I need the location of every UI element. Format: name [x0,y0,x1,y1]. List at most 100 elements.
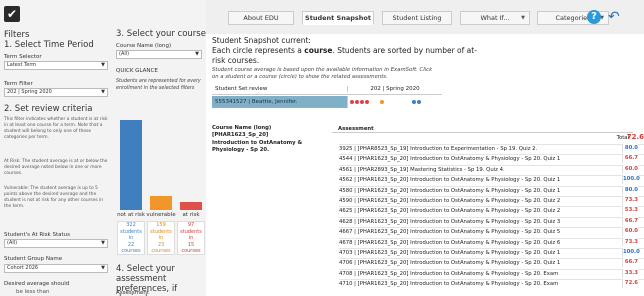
student-name: 555341527 | Beattie, Jennifer. [215,99,298,105]
toggle-checkbox[interactable]: ✔ [4,6,20,22]
course-dot[interactable] [417,100,421,104]
glance-bar-2[interactable] [180,202,202,210]
course-dot[interactable] [365,100,369,104]
assessment-name: 4625 | [PHAR1623_Sp_20] Introduction to … [339,206,644,215]
vulnerable-definition: Vulnerable: The student average is up to… [4,186,104,209]
glance-bar-label: vulnerable [146,212,176,218]
snapshot-note-2: on a student or a course (circle) to sho… [212,74,388,80]
snapshot-description-2: risk courses. [212,56,260,65]
assessment-row[interactable]: 4590 | [PHAR1623_Sp_20] Introduction to … [241,196,644,205]
section-1-title: 1. Select Time Period [4,40,94,50]
chevron-down-icon: ▼ [101,62,105,68]
tab-0[interactable]: About EDU [228,11,294,25]
total-value-text: 72.6 [626,133,644,141]
term-selector-dropdown[interactable]: Latest Term ▼ [4,61,108,70]
quick-glance-title: QUICK GLANCE [116,68,158,74]
help-icon[interactable]: ? [587,10,601,24]
filter-panel: ✔ Filters 1. Select Time Period Term Sel… [0,0,206,296]
assessment-score: 33.3 [622,268,638,278]
filters-title: Filters [4,30,30,40]
student-group-value: Cohort 2026 [7,265,39,271]
at-risk-status-label: Student's At Risk Status [4,232,71,238]
glance-bar-1[interactable] [150,196,172,210]
course-dot[interactable] [355,100,359,104]
at-risk-status-value: (All) [7,240,18,246]
tab-label: About EDU [243,14,279,22]
total-row: Total [332,132,633,143]
assessment-row[interactable]: 4628 | [PHAR1623_Sp_20] Introduction to … [241,216,644,226]
course-dot[interactable] [360,100,364,104]
term-selector-label: Term Selector [4,54,42,60]
assessment-score: 53.3 [622,206,638,216]
assessment-name: 4703 | [PHAR1623_Sp_20] Introduction to … [339,248,644,257]
snapshot-title: Student Snapshot current: [212,36,311,45]
assessment-score: 100.0 [622,248,640,257]
tab-label: Student Listing [392,14,442,22]
student-group-dropdown[interactable]: Cohort 2026 ▼ [4,264,108,273]
assessment-row[interactable]: 4706 | [PHAR1623_Sp_20] Introduction to … [241,258,644,268]
assessment-name: 3925 | [PHAR8523_Sp_19] Introduction to … [339,144,644,153]
assessment-score: 73.3 [622,196,638,205]
assessment-row[interactable]: 4625 | [PHAR1623_Sp_20] Introduction to … [241,206,644,216]
back-icon[interactable]: ↶ [608,9,620,25]
assessment-row[interactable]: 4703 | [PHAR1623_Sp_20] Introduction to … [241,248,644,257]
assessment-row[interactable]: 4580 | [PHAR1623_Sp_20] Introduction to … [241,185,644,195]
assessment-row[interactable]: 4710 | [PHAR1623_Sp_20] Introduction to … [241,279,644,288]
course-name-label: Course Name (long) [116,43,172,49]
glance-courses: 22 courses [121,241,141,255]
section-3-title: 3. Select your course [116,29,206,39]
assessment-name: 4561 | [PHAR2893_Sp_19] Mastering Statis… [339,164,644,174]
tab-1[interactable]: Student Snapshot [302,11,374,25]
assessment-row[interactable]: 4708 | [PHAR1623_Sp_20] Introduction to … [241,268,644,278]
assessment-name: 4590 | [PHAR1623_Sp_20] Introduction to … [339,196,644,205]
assessment-row[interactable]: 4667 | [PHAR1623_Sp_20] Introduction to … [241,227,644,236]
course-dot[interactable] [380,100,384,104]
term-filter-dropdown[interactable]: 202 | Spring 2020 ▼ [4,88,108,97]
chevron-down-icon: ▼ [521,15,525,21]
desired-average-label: Desired average should [4,281,70,287]
glance-bar-0[interactable] [120,120,142,210]
glance-courses: 23 courses [151,241,171,255]
student-row[interactable]: 555341527 | Beattie, Jennifer. [212,96,442,108]
assessment-name: 4562 | [PHAR1623_Sp_20] Introduction to … [339,175,644,184]
course-dropdown[interactable]: (All) ▼ [116,50,202,59]
glance-bar-label: not at risk [117,212,145,218]
chevron-down-icon: ▼ [101,265,105,271]
total-value: 72.6 [627,132,644,143]
tab-2[interactable]: Student Listing [382,11,452,25]
course-dot[interactable] [412,100,416,104]
assessment-score: 60.0 [622,227,638,236]
desc-part: Each circle represents a [212,46,305,55]
assessment-name: 4678 | [PHAR1623_Sp_20] Introduction to … [339,237,644,247]
review-criteria-text: This filter indicates whether a student … [4,117,108,140]
glance-courses: 15 courses [181,241,201,255]
course-dot[interactable] [350,100,354,104]
assessment-score: 60.0 [622,164,638,174]
course-value: (All) [119,51,130,57]
assessment-name: 4580 | [PHAR1623_Sp_20] Introduction to … [339,185,644,195]
assessment-score: 66.7 [622,154,638,164]
desc-bold: course [304,46,333,55]
assessment-row[interactable]: 4561 | [PHAR2893_Sp_19] Mastering Statis… [241,164,644,174]
assessment-name: 4544 | [PHAR1623_Sp_20] Introduction to … [339,154,644,163]
term-column-header: 202 | Spring 2020 [347,86,442,92]
chevron-down-icon: ▼ [101,240,105,246]
glance-bar-label: at risk [182,212,200,218]
assessment-score: 80.0 [622,144,638,153]
student-group-label: Student Group Name [4,256,63,262]
assessment-score: 72.6 [622,279,638,288]
tab-label: What If... [480,14,510,22]
assessment-name: 4710 | [PHAR1623_Sp_20] Introduction to … [339,279,644,288]
at-risk-definition: At Risk: The student average is at or be… [4,159,108,176]
assessment-row[interactable]: 4562 | [PHAR1623_Sp_20] Introduction to … [241,175,644,184]
tab-3[interactable]: What If... ▼ [460,11,530,25]
desc-part: . Students are sorted by number of at- [332,46,477,55]
term-filter-label: Term Filter [4,81,33,87]
term-selector-value: Latest Term [7,62,37,68]
tab-bar: About EDU Student Snapshot Student Listing… [206,0,644,34]
assessment-row[interactable]: 4544 | [PHAR1623_Sp_20] Introduction to … [241,154,644,164]
at-risk-status-dropdown[interactable]: (All) ▼ [4,239,108,248]
assessment-row[interactable]: 3925 | [PHAR8523_Sp_19] Introduction to … [241,144,644,153]
assessment-row[interactable]: 4678 | [PHAR1623_Sp_20] Introduction to … [241,237,644,247]
assessment-score: 73.3 [622,237,638,247]
